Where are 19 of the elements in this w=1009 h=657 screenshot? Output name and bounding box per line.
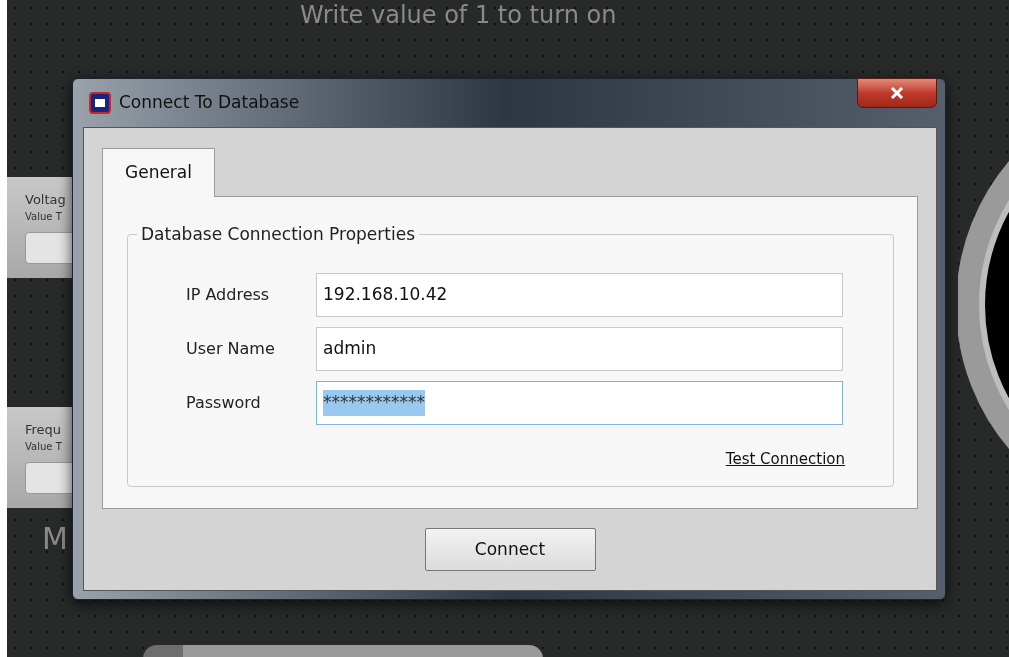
panel-subtitle: Value T [25,440,62,454]
close-icon [890,87,904,99]
input-field[interactable]: ************ [316,381,843,425]
field-label: Password [186,392,262,414]
panel-subtitle: Value T [25,210,62,224]
panel-title: Frequ [25,421,62,439]
panel-title: Voltag [25,191,66,209]
input-field[interactable]: 192.168.10.42 [316,273,843,317]
heading-text: Write value of 1 to turn on [300,0,617,30]
large-letter: M [42,524,68,554]
close-button[interactable] [857,78,937,108]
field-label: IP Address [186,284,271,306]
field-label: User Name [186,338,276,360]
input-field[interactable]: admin [316,327,843,371]
test-connection-link[interactable]: Test Connection [725,448,845,471]
app-icon [89,92,111,114]
connect-button[interactable]: Connect [424,528,596,571]
tab[interactable]: General [102,148,215,197]
window-title: Connect To Database [119,91,300,115]
